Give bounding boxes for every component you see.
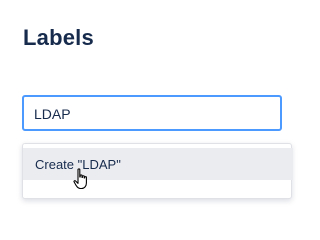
label-input[interactable]: LDAP <box>22 95 282 131</box>
label-suggestions-dropdown: Create "LDAP" <box>22 143 293 199</box>
labels-panel: Labels LDAP Create "LDAP" <box>0 0 293 211</box>
label-input-value: LDAP <box>34 106 71 122</box>
create-label-option[interactable]: Create "LDAP" <box>23 148 293 180</box>
labels-title: Labels <box>23 25 94 50</box>
hand-pointer-cursor-icon <box>73 168 87 190</box>
